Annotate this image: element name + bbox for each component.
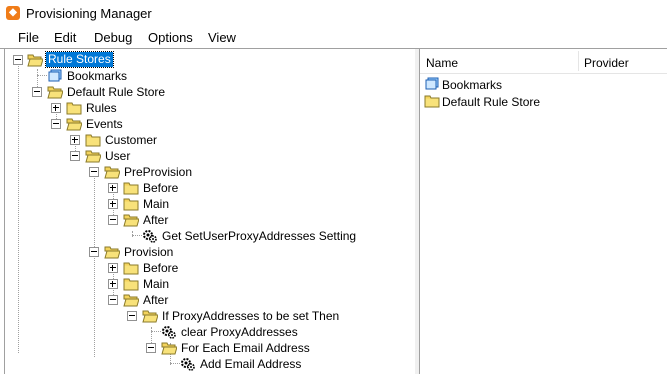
folder-icon: [123, 181, 139, 195]
tree-connector: [132, 231, 133, 237]
expand-icon[interactable]: [108, 183, 118, 193]
gear-icon: [142, 229, 158, 243]
tree-node-label: Rules: [86, 101, 117, 115]
tree-connector: [18, 63, 19, 353]
expand-icon[interactable]: [108, 199, 118, 209]
folder-icon: [424, 94, 440, 108]
collapse-icon[interactable]: [89, 247, 99, 257]
tree-connector: [170, 363, 180, 364]
tree-view[interactable]: Rule Stores Bookmarks Default Rule Store…: [4, 49, 416, 374]
list-item-label: Default Rule Store: [442, 95, 541, 109]
tree-node-label: After: [143, 293, 169, 307]
tree-node-label: Get SetUserProxyAddresses Setting: [162, 229, 357, 243]
column-header-provider[interactable]: Provider: [584, 56, 629, 70]
folder-icon: [123, 277, 139, 291]
collapse-icon[interactable]: [146, 343, 156, 353]
collapse-icon[interactable]: [108, 215, 118, 225]
tree-node-label: After: [143, 213, 169, 227]
bookmark-icon: [47, 69, 63, 83]
folder-open-icon: [66, 117, 82, 131]
expand-icon[interactable]: [108, 279, 118, 289]
folder-open-icon: [161, 341, 177, 355]
tree-node-label: Before: [143, 181, 179, 195]
expand-icon[interactable]: [51, 103, 61, 113]
folder-open-icon: [104, 245, 120, 259]
bookmark-icon: [424, 77, 440, 91]
details-list[interactable]: Name Provider Bookmarks Default Rule Sto…: [419, 49, 667, 374]
tree-node-label: Bookmarks: [67, 69, 128, 83]
tree-node-label: Customer: [105, 133, 158, 147]
folder-open-icon: [142, 309, 158, 323]
folder-open-icon: [47, 85, 63, 99]
tree-connector: [94, 167, 95, 357]
collapse-icon[interactable]: [89, 167, 99, 177]
tree-node-label: Events: [86, 117, 123, 131]
tree-node-label: Main: [143, 277, 170, 291]
folder-icon: [123, 261, 139, 275]
menu-view[interactable]: View: [208, 30, 236, 45]
folder-icon: [85, 133, 101, 147]
expand-icon[interactable]: [108, 263, 118, 273]
tree-node-label: Default Rule Store: [67, 85, 166, 99]
menu-file[interactable]: File: [18, 30, 39, 45]
tree-connector: [151, 331, 161, 332]
folder-icon: [123, 197, 139, 211]
collapse-icon[interactable]: [32, 87, 42, 97]
tree-connector: [132, 235, 142, 236]
title-bar: ◆ Provisioning Manager: [0, 0, 667, 26]
tree-node-label: Add Email Address: [200, 357, 302, 371]
menu-debug[interactable]: Debug: [94, 30, 132, 45]
tree-node-label: Rule Stores: [45, 51, 114, 68]
collapse-icon[interactable]: [108, 295, 118, 305]
tree-node-label: Main: [143, 197, 170, 211]
tree-node-label: User: [105, 149, 131, 163]
list-item-bookmarks[interactable]: Bookmarks: [424, 77, 664, 93]
collapse-icon[interactable]: [13, 55, 23, 65]
gear-icon: [180, 357, 196, 371]
folder-open-icon: [85, 149, 101, 163]
menu-options[interactable]: Options: [148, 30, 193, 45]
list-item-default-rule-store[interactable]: Default Rule Store: [424, 94, 664, 110]
menu-bar: File Edit Debug Options View: [0, 26, 667, 48]
folder-open-icon: [123, 293, 139, 307]
tree-connector: [37, 75, 47, 76]
tree-node-label: If ProxyAddresses to be set Then: [162, 309, 340, 323]
collapse-icon[interactable]: [70, 151, 80, 161]
tree-node-label: Before: [143, 261, 179, 275]
list-header: Name Provider: [420, 49, 667, 74]
collapse-icon[interactable]: [127, 311, 137, 321]
collapse-icon[interactable]: [51, 119, 61, 129]
column-separator[interactable]: [578, 51, 579, 71]
column-header-name[interactable]: Name: [426, 56, 458, 70]
app-logo-icon: ◆: [6, 6, 20, 20]
folder-open-icon: [104, 165, 120, 179]
tree-node-label: PreProvision: [124, 165, 193, 179]
menu-edit[interactable]: Edit: [54, 30, 76, 45]
tree-node-label: Provision: [124, 245, 174, 259]
folder-open-icon: [123, 213, 139, 227]
list-item-label: Bookmarks: [442, 78, 503, 92]
tree-node-label: For Each Email Address: [181, 341, 310, 355]
tree-node-label: clear ProxyAddresses: [181, 325, 298, 339]
expand-icon[interactable]: [70, 135, 80, 145]
gear-icon: [161, 325, 177, 339]
folder-open-icon: [27, 53, 43, 67]
window-title: Provisioning Manager: [26, 6, 152, 21]
folder-icon: [66, 101, 82, 115]
